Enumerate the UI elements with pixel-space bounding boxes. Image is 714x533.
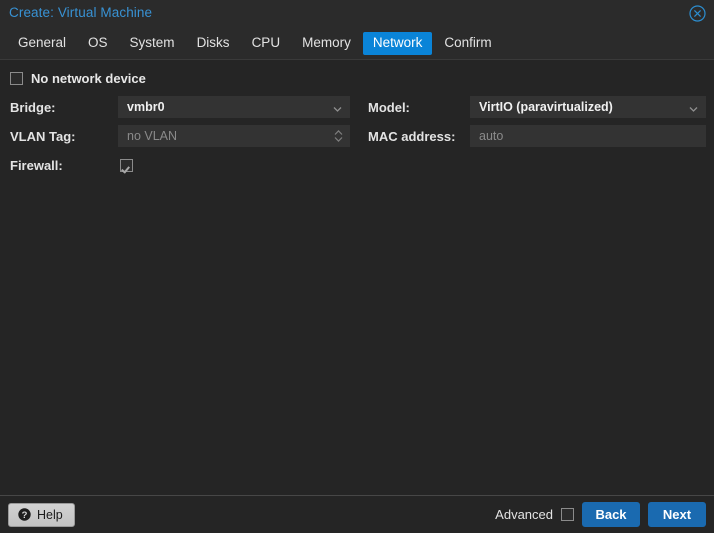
help-button-label: Help xyxy=(37,507,63,522)
footer-actions: Advanced Back Next xyxy=(495,502,706,527)
spinner-updown-icon[interactable] xyxy=(333,129,344,144)
close-circle-icon[interactable] xyxy=(689,5,706,22)
tab-general[interactable]: General xyxy=(8,32,76,55)
firewall-label: Firewall: xyxy=(10,157,63,173)
create-vm-dialog: Create: Virtual Machine General OS Syste… xyxy=(0,0,714,533)
bridge-select[interactable]: vmbr0 xyxy=(118,96,350,118)
vlan-tag-row: VLAN Tag: no VLAN xyxy=(10,125,350,147)
model-value: VirtIO (paravirtualized) xyxy=(479,100,613,114)
form-column-right: Model: VirtIO (paravirtualized) MAC addr… xyxy=(368,96,706,154)
svg-text:?: ? xyxy=(22,510,28,521)
model-select[interactable]: VirtIO (paravirtualized) xyxy=(470,96,706,118)
firewall-checkbox[interactable] xyxy=(120,158,133,172)
tab-system[interactable]: System xyxy=(120,32,185,55)
tab-cpu[interactable]: CPU xyxy=(242,32,291,55)
mac-address-placeholder: auto xyxy=(479,129,504,143)
chevron-down-icon[interactable] xyxy=(332,102,343,113)
bridge-value: vmbr0 xyxy=(127,100,165,114)
tab-network[interactable]: Network xyxy=(362,32,433,55)
advanced-label: Advanced xyxy=(495,507,553,522)
chevron-down-icon[interactable] xyxy=(688,102,699,113)
vlan-tag-label: VLAN Tag: xyxy=(10,128,76,144)
bridge-label: Bridge: xyxy=(10,99,56,115)
next-button[interactable]: Next xyxy=(648,502,706,527)
tab-disks[interactable]: Disks xyxy=(187,32,240,55)
tab-confirm[interactable]: Confirm xyxy=(434,32,501,55)
tab-os[interactable]: OS xyxy=(78,32,118,55)
advanced-checkbox[interactable] xyxy=(561,508,574,521)
mac-address-row: MAC address: auto xyxy=(368,125,706,147)
dialog-title: Create: Virtual Machine xyxy=(9,5,153,20)
dialog-footer: ? Help Advanced Back Next xyxy=(0,495,714,533)
dialog-titlebar: Create: Virtual Machine xyxy=(0,0,714,28)
tab-memory[interactable]: Memory xyxy=(292,32,361,55)
no-network-device-row[interactable]: No network device xyxy=(10,71,146,86)
help-button[interactable]: ? Help xyxy=(8,502,75,527)
mac-address-label: MAC address: xyxy=(368,128,456,144)
back-button[interactable]: Back xyxy=(582,502,640,527)
mac-address-input[interactable]: auto xyxy=(470,125,706,147)
bridge-row: Bridge: vmbr0 xyxy=(10,96,350,118)
wizard-tabbar: General OS System Disks CPU Memory Netwo… xyxy=(0,28,714,60)
firewall-cell xyxy=(118,158,350,172)
model-row: Model: VirtIO (paravirtualized) xyxy=(368,96,706,118)
vlan-tag-input[interactable]: no VLAN xyxy=(118,125,350,147)
no-network-device-label: No network device xyxy=(31,71,146,86)
vlan-tag-placeholder: no VLAN xyxy=(127,129,178,143)
no-network-device-checkbox[interactable] xyxy=(10,72,23,85)
firewall-row: Firewall: xyxy=(10,154,350,176)
network-settings-panel: No network device Bridge: vmbr0 VLAN Tag… xyxy=(0,60,714,495)
question-mark-circle-icon: ? xyxy=(18,508,31,521)
form-column-left: Bridge: vmbr0 VLAN Tag: no VLAN Firewall… xyxy=(10,96,350,183)
model-label: Model: xyxy=(368,99,410,115)
